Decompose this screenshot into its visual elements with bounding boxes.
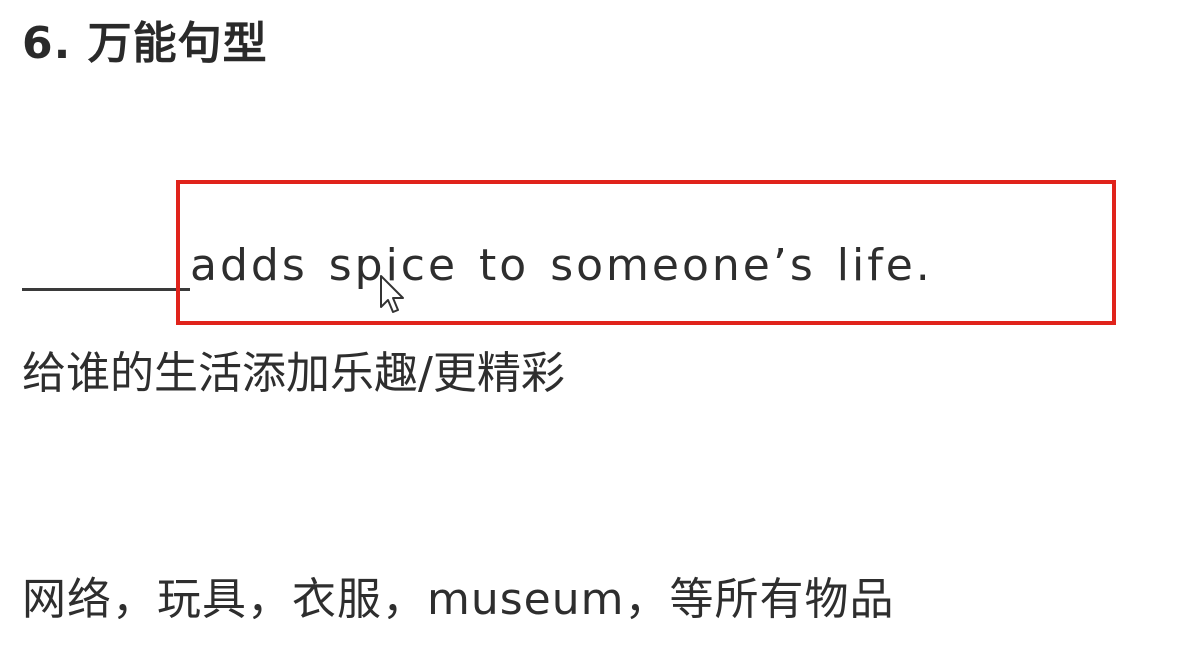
- section-heading: 6. 万能句型: [22, 18, 268, 69]
- mouse-pointer-icon: [380, 275, 404, 313]
- fill-in-blank-line: [22, 288, 190, 291]
- usage-examples: 网络，玩具，衣服，museum，等所有物品: [22, 574, 895, 625]
- chinese-meaning: 给谁的生活添加乐趣/更精彩: [22, 348, 565, 399]
- pattern-sentence: adds spice to someone’s life.: [190, 240, 933, 291]
